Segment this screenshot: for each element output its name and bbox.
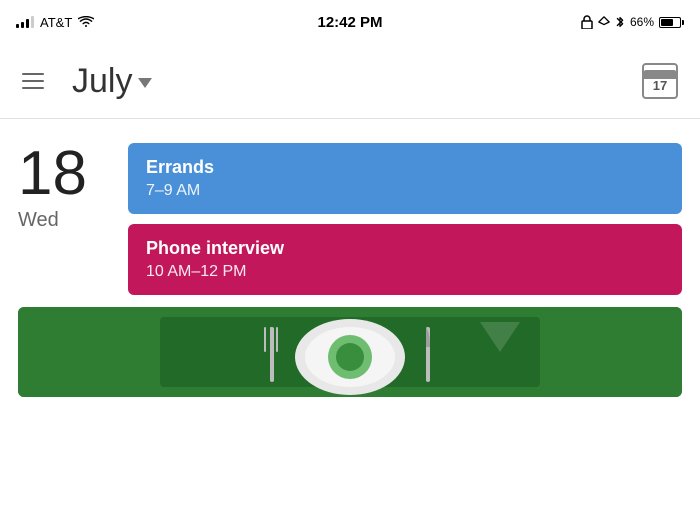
- signal-bar-3: [26, 19, 29, 28]
- calendar-day-number: 17: [653, 79, 667, 92]
- wifi-icon: [78, 16, 94, 28]
- day-number: 18: [18, 143, 87, 205]
- event-time: 10 AM–12 PM: [146, 263, 664, 281]
- event-title: Phone interview: [146, 238, 664, 259]
- month-label: July: [72, 62, 132, 101]
- event-time: 7–9 AM: [146, 182, 664, 200]
- battery-pct: 66%: [630, 15, 654, 29]
- app-bar: July 17: [0, 44, 700, 119]
- hamburger-line-2: [22, 80, 44, 82]
- image-event-card[interactable]: [18, 307, 682, 397]
- month-selector[interactable]: July: [72, 62, 152, 101]
- day-column: 18 Wed: [18, 143, 128, 232]
- signal-bar-2: [21, 22, 24, 28]
- lock-icon: [581, 15, 593, 29]
- day-section: 18 Wed Errands 7–9 AM Phone interview 10…: [0, 119, 700, 307]
- status-bar: AT&T 12:42 PM 66%: [0, 0, 700, 44]
- status-right: 66%: [581, 15, 684, 29]
- hamburger-line-1: [22, 73, 44, 75]
- hamburger-menu-button[interactable]: [18, 69, 48, 93]
- day-name: Wed: [18, 209, 59, 232]
- event-title: Errands: [146, 157, 664, 178]
- battery-icon: [659, 17, 684, 28]
- carrier-label: AT&T: [40, 15, 72, 30]
- chevron-down-icon: [138, 78, 152, 88]
- status-left: AT&T: [16, 15, 94, 30]
- hamburger-line-3: [22, 87, 44, 89]
- today-calendar-button[interactable]: 17: [638, 59, 682, 103]
- signal-bars: [16, 16, 34, 28]
- event-card-phone-interview[interactable]: Phone interview 10 AM–12 PM: [128, 224, 682, 295]
- signal-bar-1: [16, 24, 19, 28]
- events-column: Errands 7–9 AM Phone interview 10 AM–12 …: [128, 143, 682, 295]
- bluetooth-icon: [615, 15, 625, 29]
- time-display: 12:42 PM: [317, 14, 382, 31]
- event-card-errands[interactable]: Errands 7–9 AM: [128, 143, 682, 214]
- calendar-icon: 17: [642, 63, 678, 99]
- food-event-illustration: [18, 307, 682, 397]
- signal-bar-4: [31, 16, 34, 28]
- location-icon: [598, 15, 610, 29]
